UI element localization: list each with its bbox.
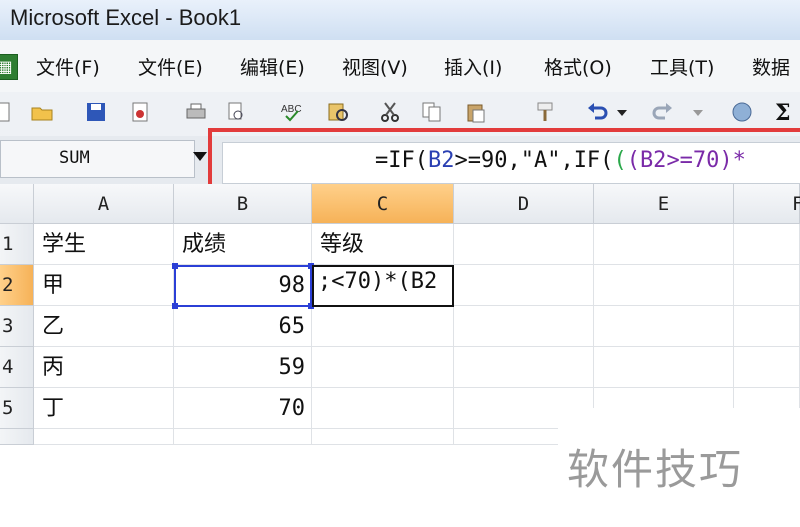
- hyperlink-icon[interactable]: [730, 100, 754, 124]
- cell-e4[interactable]: [594, 347, 734, 388]
- undo-dropdown-icon[interactable]: [614, 100, 630, 124]
- excel-app-icon[interactable]: ▦: [0, 54, 18, 80]
- menu-bar: ▦ 文件(F) 文件(E) 编辑(E) 视图(V) 插入(I) 格式(O) 工具…: [0, 40, 800, 93]
- cell-f2[interactable]: [734, 265, 800, 306]
- cell-d3[interactable]: [454, 306, 594, 347]
- column-header-a[interactable]: A: [34, 184, 174, 224]
- name-box-value: SUM: [59, 148, 90, 168]
- cell-e2[interactable]: [594, 265, 734, 306]
- copy-icon[interactable]: [420, 100, 444, 124]
- window-title: Microsoft Excel - Book1: [10, 5, 242, 30]
- title-bar: Microsoft Excel - Book1: [0, 0, 800, 40]
- name-box[interactable]: SUM: [0, 140, 195, 178]
- cell-d1[interactable]: [454, 224, 594, 265]
- column-header-c[interactable]: C: [312, 184, 454, 224]
- row-header-2[interactable]: 2: [0, 265, 34, 306]
- cell-a4[interactable]: 丙: [34, 347, 174, 388]
- paste-icon[interactable]: [464, 100, 488, 124]
- cell-c4[interactable]: [312, 347, 454, 388]
- cell-b1[interactable]: 成绩: [174, 224, 312, 265]
- autosum-icon[interactable]: Σ: [772, 100, 796, 124]
- column-header-b[interactable]: B: [174, 184, 312, 224]
- row-header-4[interactable]: 4: [0, 347, 34, 388]
- cell-a2[interactable]: 甲: [34, 265, 174, 306]
- cut-icon[interactable]: [378, 100, 402, 124]
- cell-c6[interactable]: [312, 429, 454, 445]
- cell-c5[interactable]: [312, 388, 454, 429]
- cell-b4[interactable]: 59: [174, 347, 312, 388]
- cell-b5[interactable]: 70: [174, 388, 312, 429]
- spelling-icon[interactable]: ABC: [280, 100, 304, 124]
- open-icon[interactable]: [30, 100, 54, 124]
- row-header-1[interactable]: 1: [0, 224, 34, 265]
- redo-dropdown-icon[interactable]: [690, 100, 706, 124]
- watermark-text: 软件技巧: [567, 445, 744, 494]
- cell-c3[interactable]: [312, 306, 454, 347]
- cell-c1[interactable]: 等级: [312, 224, 454, 265]
- new-icon[interactable]: [0, 100, 14, 124]
- referenced-cell-outline: [172, 263, 314, 309]
- column-header-e[interactable]: E: [594, 184, 734, 224]
- svg-text:Σ: Σ: [775, 100, 791, 124]
- menu-view[interactable]: 视图(V): [342, 53, 408, 80]
- menu-edit[interactable]: 编辑(E): [240, 53, 305, 80]
- menu-insert[interactable]: 插入(I): [444, 53, 502, 80]
- cell-f4[interactable]: [734, 347, 800, 388]
- select-all-corner[interactable]: [0, 184, 34, 224]
- cell-b3[interactable]: 65: [174, 306, 312, 347]
- cell-f3[interactable]: [734, 306, 800, 347]
- cell-f1[interactable]: [734, 224, 800, 265]
- active-cell-c2[interactable]: ;<70)*(B2: [312, 265, 454, 307]
- menu-file-2[interactable]: 文件(E): [138, 53, 203, 80]
- cell-a6[interactable]: [34, 429, 174, 445]
- cell-e1[interactable]: [594, 224, 734, 265]
- menu-data[interactable]: 数据: [752, 53, 790, 80]
- column-header-f[interactable]: F: [734, 184, 800, 224]
- row-header-5[interactable]: 5: [0, 388, 34, 429]
- menu-file[interactable]: 文件(F): [36, 53, 100, 80]
- permission-icon[interactable]: [128, 100, 152, 124]
- cell-a1[interactable]: 学生: [34, 224, 174, 265]
- active-cell-edit-text: ;<70)*(B2: [318, 269, 438, 294]
- cell-d4[interactable]: [454, 347, 594, 388]
- undo-icon[interactable]: [586, 100, 610, 124]
- row-header-3[interactable]: 3: [0, 306, 34, 347]
- print-preview-icon[interactable]: [224, 100, 248, 124]
- selection-handle[interactable]: [172, 303, 178, 309]
- menu-tools[interactable]: 工具(T): [650, 53, 714, 80]
- menu-format[interactable]: 格式(O): [544, 53, 612, 80]
- save-icon[interactable]: [84, 100, 108, 124]
- cell-b6[interactable]: [174, 429, 312, 445]
- column-header-d[interactable]: D: [454, 184, 594, 224]
- name-box-dropdown-icon[interactable]: [193, 152, 207, 161]
- selection-handle[interactable]: [172, 263, 178, 269]
- row-header-6[interactable]: [0, 429, 34, 445]
- redo-icon[interactable]: [650, 100, 674, 124]
- cell-a3[interactable]: 乙: [34, 306, 174, 347]
- cell-d2[interactable]: [454, 265, 594, 306]
- print-icon[interactable]: [184, 100, 208, 124]
- format-painter-icon[interactable]: [534, 100, 558, 124]
- research-icon[interactable]: [326, 100, 350, 124]
- svg-text:ABC: ABC: [281, 104, 302, 115]
- cell-e3[interactable]: [594, 306, 734, 347]
- cell-a5[interactable]: 丁: [34, 388, 174, 429]
